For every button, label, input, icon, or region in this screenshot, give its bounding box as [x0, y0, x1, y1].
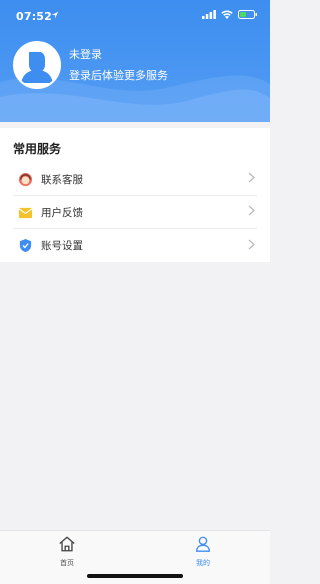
profile-screen: 07:52 未登录 登录后体验更多服务 常用服务 联系客服 用户反馈 账号设置 …	[0, 0, 270, 584]
services-title: 常用服务	[13, 142, 62, 156]
login-hint-text[interactable]: 登录后体验更多服务	[69, 67, 168, 83]
service-item-account-settings[interactable]: 账号设置	[13, 229, 257, 262]
chevron-right-icon	[248, 172, 255, 186]
profile-header: 07:52 未登录 登录后体验更多服务	[0, 0, 270, 122]
feedback-icon	[17, 204, 33, 220]
customer-service-icon	[17, 171, 33, 187]
tab-home-label: 首页	[60, 559, 74, 567]
service-label: 账号设置	[41, 240, 83, 252]
login-status-label[interactable]: 未登录	[69, 46, 102, 62]
profile-icon	[196, 536, 210, 552]
common-services-card: 常用服务 联系客服 用户反馈 账号设置	[0, 128, 270, 262]
service-label: 联系客服	[41, 173, 83, 186]
signal-icon	[202, 10, 216, 19]
chevron-right-icon	[248, 239, 255, 253]
status-icons	[202, 10, 258, 19]
tab-mine[interactable]: 我的	[183, 535, 223, 568]
chevron-right-icon	[248, 205, 255, 219]
account-settings-icon	[17, 238, 33, 254]
service-item-user-feedback[interactable]: 用户反馈	[13, 196, 257, 229]
avatar[interactable]	[13, 41, 61, 89]
status-time: 07:52	[16, 10, 53, 23]
wifi-icon	[221, 10, 233, 19]
tab-home[interactable]: 首页	[47, 535, 87, 568]
service-label: 用户反馈	[41, 206, 83, 219]
home-indicator[interactable]	[87, 574, 183, 578]
home-icon	[59, 536, 75, 552]
location-arrow-icon	[51, 9, 59, 22]
service-item-contact-support[interactable]: 联系客服	[13, 163, 257, 196]
tab-mine-label: 我的	[196, 559, 210, 567]
default-avatar-icon	[15, 43, 59, 87]
status-bar: 07:52	[0, 0, 270, 30]
battery-icon	[238, 10, 257, 19]
